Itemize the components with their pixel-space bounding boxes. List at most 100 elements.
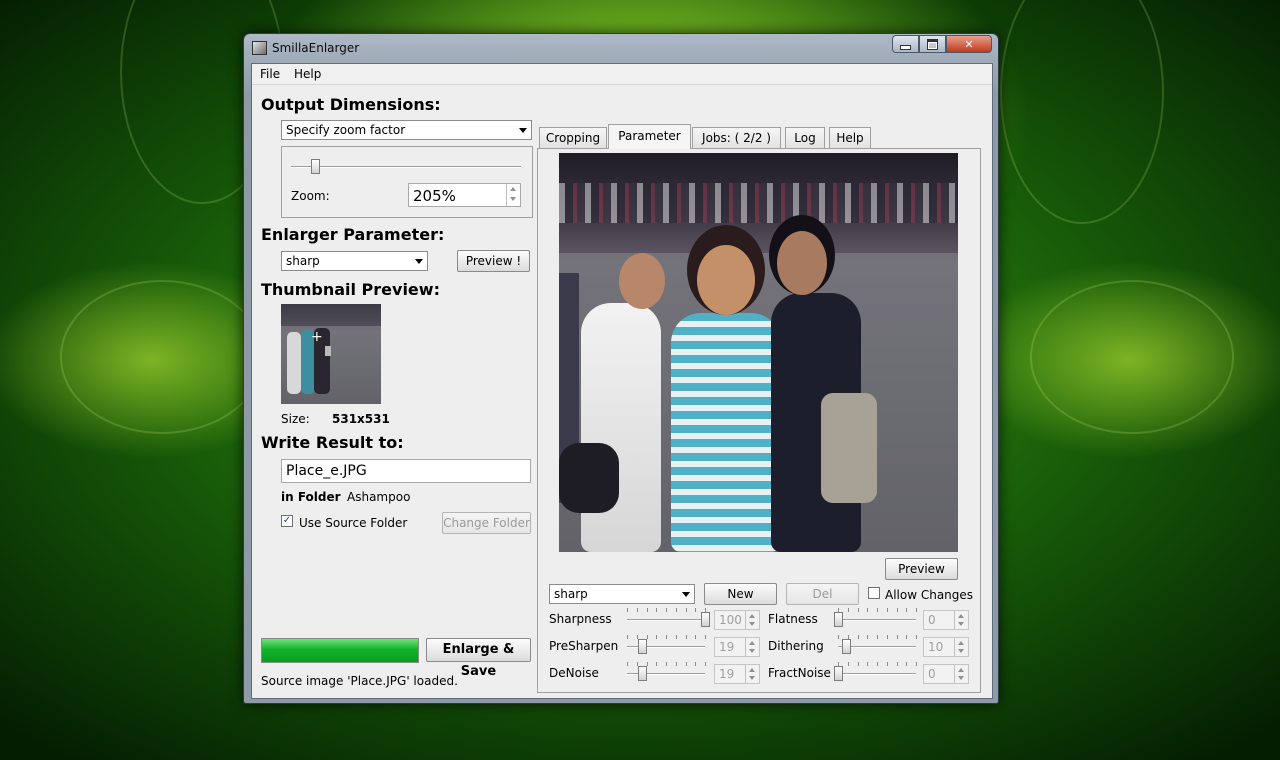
minimize-button[interactable] <box>892 35 919 53</box>
slider-tick <box>686 662 687 666</box>
menu-file[interactable]: File <box>260 67 280 81</box>
spin-down-icon[interactable] <box>749 622 755 626</box>
sharpness-slider-thumb[interactable] <box>701 612 710 627</box>
spin-up-icon[interactable] <box>749 614 755 618</box>
folder-name: Ashampoo <box>347 490 411 504</box>
dimension-mode-select[interactable]: Specify zoom factor <box>281 120 532 140</box>
slider-tick <box>695 608 696 612</box>
preview-button[interactable]: Preview <box>885 558 958 580</box>
denoise-spinbox[interactable]: 19 <box>714 664 760 684</box>
spin-down-icon[interactable] <box>958 676 964 680</box>
presharpen-label: PreSharpen <box>549 639 619 653</box>
spin-up-icon[interactable] <box>510 187 516 191</box>
title-bar[interactable]: SmillaEnlarger ✕ <box>244 34 998 62</box>
fractnoise-slider-track <box>838 673 916 675</box>
change-folder-button[interactable]: Change Folder <box>442 512 531 534</box>
desktop-decoration <box>1000 0 1164 224</box>
use-source-folder-checkbox[interactable]: ✓ <box>281 515 293 527</box>
presharpen-slider-thumb[interactable] <box>638 639 647 654</box>
slider-tick <box>656 662 657 666</box>
tab-help[interactable]: Help <box>829 127 871 148</box>
desktop-decoration <box>1030 280 1234 434</box>
dithering-slider-thumb[interactable] <box>842 639 851 654</box>
parameter-preset-select[interactable]: sharp <box>549 584 695 604</box>
spin-down-icon[interactable] <box>749 649 755 653</box>
flatness-spinbox[interactable]: 0 <box>923 610 969 630</box>
presharpen-spinbox[interactable]: 19 <box>714 637 760 657</box>
spin-down-icon[interactable] <box>510 197 516 201</box>
slider-tick <box>676 635 677 639</box>
slider-tick <box>666 608 667 612</box>
status-text: Source image 'Place.JPG' loaded. <box>261 674 458 688</box>
preview-image[interactable] <box>559 153 958 552</box>
fractnoise-slider-thumb[interactable] <box>834 666 843 681</box>
spin-down-icon[interactable] <box>749 676 755 680</box>
tab-log[interactable]: Log <box>785 127 825 148</box>
zoom-spinbox[interactable]: 205% <box>408 183 521 207</box>
zoom-group: Zoom: 205% <box>281 146 533 218</box>
slider-tick <box>887 608 888 612</box>
flatness-slider-thumb[interactable] <box>834 612 843 627</box>
sharpness-spinbox[interactable]: 100 <box>714 610 760 630</box>
sharpness-value: 100 <box>719 613 742 627</box>
menu-help[interactable]: Help <box>294 67 321 81</box>
slider-tick <box>656 635 657 639</box>
in-folder-label: in Folder <box>281 490 341 504</box>
slider-tick <box>705 662 706 666</box>
slider-tick <box>627 608 628 612</box>
slider-tick <box>867 635 868 639</box>
slider-tick <box>656 608 657 612</box>
window-title: SmillaEnlarger <box>272 41 360 55</box>
size-label: Size: <box>281 412 310 426</box>
sharpness-slider-track <box>627 619 705 621</box>
enlarger-preset-select[interactable]: sharp <box>281 251 428 271</box>
thumbnail-image[interactable]: + <box>281 304 381 404</box>
parameter-panel: Preview sharp New Del Allow Changes Shar… <box>537 148 981 693</box>
spin-up-icon[interactable] <box>958 668 964 672</box>
slider-tick <box>637 608 638 612</box>
slider-tick <box>906 635 907 639</box>
slider-tick <box>666 635 667 639</box>
spin-down-icon[interactable] <box>958 649 964 653</box>
slider-tick <box>695 662 696 666</box>
dithering-spinbox[interactable]: 10 <box>923 637 969 657</box>
slider-tick <box>686 608 687 612</box>
flatness-label: Flatness <box>768 612 818 626</box>
allow-changes-checkbox[interactable] <box>868 587 880 599</box>
flatness-slider-ticks <box>838 608 917 613</box>
close-icon: ✕ <box>964 37 974 51</box>
desktop-decoration <box>60 280 264 434</box>
write-result-heading: Write Result to: <box>261 433 404 452</box>
maximize-button[interactable] <box>919 35 946 53</box>
spin-down-icon[interactable] <box>958 622 964 626</box>
spin-up-icon[interactable] <box>958 641 964 645</box>
fractnoise-value: 0 <box>928 667 936 681</box>
output-filename-input[interactable]: Place_e.JPG <box>281 459 531 483</box>
tab-cropping[interactable]: Cropping <box>539 127 607 148</box>
output-dimensions-heading: Output Dimensions: <box>261 95 441 114</box>
spin-up-icon[interactable] <box>749 668 755 672</box>
slider-tick <box>867 662 868 666</box>
dithering-value: 10 <box>928 640 944 654</box>
slider-tick <box>897 635 898 639</box>
slider-tick <box>647 608 648 612</box>
minimize-icon <box>900 44 911 50</box>
denoise-slider-thumb[interactable] <box>638 666 647 681</box>
close-button[interactable]: ✕ <box>946 35 992 53</box>
zoom-slider-thumb[interactable] <box>311 159 321 174</box>
tab-parameter[interactable]: Parameter <box>608 124 691 149</box>
enlarge-save-button[interactable]: Enlarge & Save <box>426 638 531 679</box>
new-preset-button[interactable]: New <box>704 583 777 605</box>
spin-up-icon[interactable] <box>958 614 964 618</box>
spin-up-icon[interactable] <box>749 641 755 645</box>
delete-preset-button[interactable]: Del <box>786 583 859 605</box>
slider-tick <box>647 662 648 666</box>
slider-tick <box>858 608 859 612</box>
denoise-label: DeNoise <box>549 666 599 680</box>
slider-tick <box>887 635 888 639</box>
presharpen-value: 19 <box>719 640 735 654</box>
preview-now-button[interactable]: Preview ! <box>457 250 530 272</box>
slider-tick <box>916 662 917 666</box>
fractnoise-spinbox[interactable]: 0 <box>923 664 969 684</box>
tab-jobs[interactable]: Jobs: ( 2/2 ) <box>692 127 781 148</box>
